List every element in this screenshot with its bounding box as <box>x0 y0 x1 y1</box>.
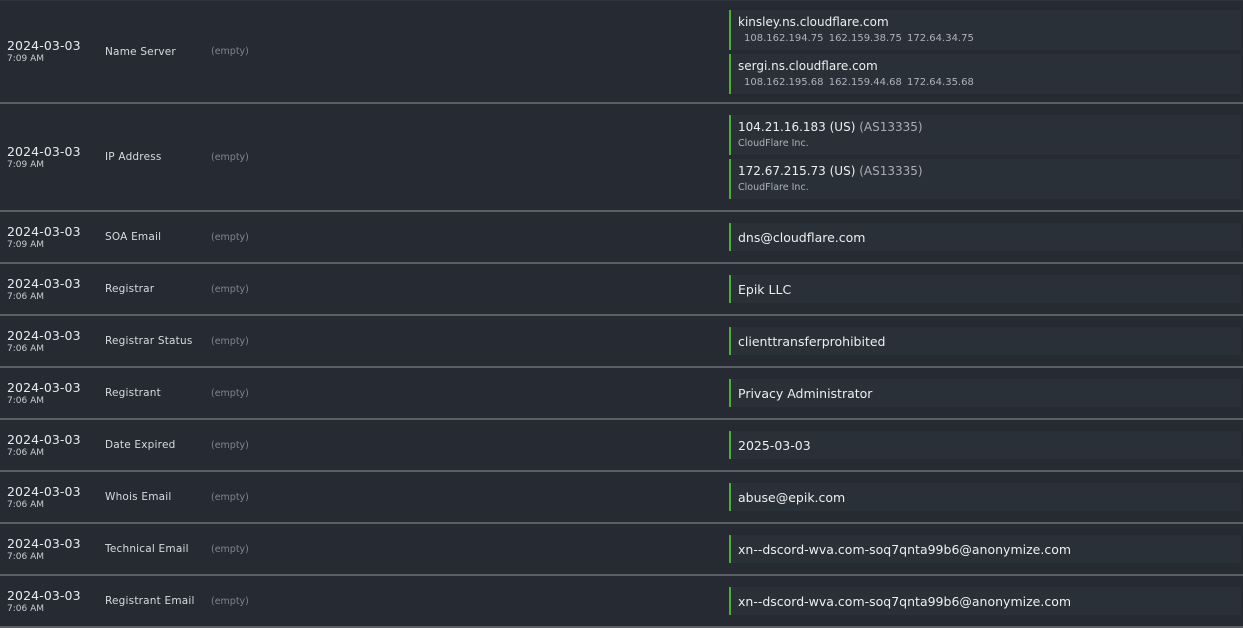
record-type: Registrar <box>105 283 155 295</box>
nameserver-entry[interactable]: kinsley.ns.cloudflare.com 108.162.194.75… <box>729 9 1241 50</box>
record-type: IP Address <box>105 151 162 163</box>
record-type: Registrar Status <box>105 335 193 347</box>
old-value: (empty) <box>211 439 249 451</box>
ip-org: CloudFlare Inc. <box>738 138 809 149</box>
new-value-cell: clienttransferprohibited <box>729 316 1243 366</box>
old-value: (empty) <box>211 387 249 399</box>
date-text: 2024-03-03 <box>7 587 81 603</box>
old-value: (empty) <box>211 283 249 295</box>
timestamp-cell: 2024-03-03 7:06 AM <box>0 264 105 314</box>
nameserver-ips: 108.162.195.68 162.159.44.68 172.64.35.6… <box>744 76 974 88</box>
date-text: 2024-03-03 <box>7 327 81 343</box>
new-value[interactable]: xn--dscord-wva.com-soq7qnta99b6@anonymiz… <box>729 535 1241 563</box>
old-value: (empty) <box>211 231 249 243</box>
time-text: 7:06 AM <box>7 343 44 354</box>
new-value-cell: Epik LLC <box>729 264 1243 314</box>
ip-entry[interactable]: 104.21.16.183 (US) (AS13335) CloudFlare … <box>729 115 1241 155</box>
ip-line: 172.67.215.73 (US) (AS13335) <box>738 162 1241 180</box>
table-row: 2024-03-03 7:06 AM Whois Email (empty) a… <box>0 472 1243 524</box>
table-row: 2024-03-03 7:09 AM IP Address (empty) 10… <box>0 104 1243 212</box>
date-text: 2024-03-03 <box>7 431 81 447</box>
new-value-cell: 2025-03-03 <box>729 420 1243 470</box>
table-row: 2024-03-03 7:06 AM Technical Email (empt… <box>0 524 1243 576</box>
new-value[interactable]: xn--dscord-wva.com-soq7qnta99b6@anonymiz… <box>729 587 1241 615</box>
ip-address[interactable]: 104.21.16.183 (US) <box>738 120 855 134</box>
old-value: (empty) <box>211 46 249 57</box>
date-text: 2024-03-03 <box>7 223 81 239</box>
old-value: (empty) <box>211 491 249 503</box>
table-row: 2024-03-03 7:06 AM Registrant Email (emp… <box>0 576 1243 628</box>
new-value-cell: xn--dscord-wva.com-soq7qnta99b6@anonymiz… <box>729 576 1243 626</box>
new-value[interactable]: abuse@epik.com <box>729 483 1241 511</box>
table-row: 2024-03-03 7:09 AM Name Server (empty) k… <box>0 0 1243 104</box>
table-row: 2024-03-03 7:06 AM Registrant (empty) Pr… <box>0 368 1243 420</box>
record-type: SOA Email <box>105 231 162 243</box>
timestamp-cell: 2024-03-03 7:06 AM <box>0 524 105 574</box>
time-text: 7:06 AM <box>7 551 44 562</box>
new-value[interactable]: clienttransferprohibited <box>729 327 1241 355</box>
date-text: 2024-03-03 <box>7 535 81 551</box>
table-row: 2024-03-03 7:06 AM Registrar Status (emp… <box>0 316 1243 368</box>
ip-entry[interactable]: 172.67.215.73 (US) (AS13335) CloudFlare … <box>729 159 1241 199</box>
table-row: 2024-03-03 7:09 AM SOA Email (empty) dns… <box>0 212 1243 264</box>
new-value-cell: xn--dscord-wva.com-soq7qnta99b6@anonymiz… <box>729 524 1243 574</box>
timestamp-cell: 2024-03-03 7:09 AM <box>0 104 105 210</box>
nameserver-ips: 108.162.194.75 162.159.38.75 172.64.34.7… <box>744 32 974 44</box>
record-type: Registrant <box>105 387 161 399</box>
old-value: (empty) <box>211 543 249 555</box>
ip-org: CloudFlare Inc. <box>738 182 809 193</box>
new-value-cell: 104.21.16.183 (US) (AS13335) CloudFlare … <box>729 104 1243 210</box>
nameserver-host[interactable]: sergi.ns.cloudflare.com <box>738 57 1241 75</box>
record-type: Technical Email <box>105 543 189 555</box>
timestamp-cell: 2024-03-03 7:06 AM <box>0 316 105 366</box>
timestamp-cell: 2024-03-03 7:06 AM <box>0 368 105 418</box>
ip-address[interactable]: 172.67.215.73 (US) <box>738 164 855 178</box>
old-value: (empty) <box>211 335 249 347</box>
time-text: 7:09 AM <box>7 159 44 170</box>
record-type: Whois Email <box>105 491 172 503</box>
date-text: 2024-03-03 <box>7 38 81 53</box>
timestamp-cell: 2024-03-03 7:06 AM <box>0 472 105 522</box>
record-type: Name Server <box>105 45 176 58</box>
timestamp-cell: 2024-03-03 7:06 AM <box>0 420 105 470</box>
new-value[interactable]: Epik LLC <box>729 275 1241 303</box>
time-text: 7:09 AM <box>7 239 44 250</box>
date-text: 2024-03-03 <box>7 275 81 291</box>
old-value: (empty) <box>211 595 249 607</box>
date-text: 2024-03-03 <box>7 483 81 499</box>
old-value: (empty) <box>211 151 249 163</box>
record-type: Registrant Email <box>105 595 195 607</box>
date-text: 2024-03-03 <box>7 379 81 395</box>
new-value-cell: abuse@epik.com <box>729 472 1243 522</box>
history-table: 2024-03-03 7:09 AM Name Server (empty) k… <box>0 0 1243 628</box>
nameserver-host[interactable]: kinsley.ns.cloudflare.com <box>738 13 1241 31</box>
new-value-cell: Privacy Administrator <box>729 368 1243 418</box>
time-text: 7:06 AM <box>7 447 44 458</box>
table-row: 2024-03-03 7:06 AM Date Expired (empty) … <box>0 420 1243 472</box>
time-text: 7:06 AM <box>7 291 44 302</box>
date-text: 2024-03-03 <box>7 143 81 159</box>
timestamp-cell: 2024-03-03 7:06 AM <box>0 576 105 626</box>
time-text: 7:09 AM <box>7 54 44 64</box>
nameserver-entry[interactable]: sergi.ns.cloudflare.com 108.162.195.68 1… <box>729 53 1241 94</box>
record-type: Date Expired <box>105 439 176 451</box>
timestamp-cell: 2024-03-03 7:09 AM <box>0 1 105 102</box>
time-text: 7:06 AM <box>7 603 44 614</box>
table-row: 2024-03-03 7:06 AM Registrar (empty) Epi… <box>0 264 1243 316</box>
ip-line: 104.21.16.183 (US) (AS13335) <box>738 118 1241 136</box>
time-text: 7:06 AM <box>7 395 44 406</box>
new-value[interactable]: 2025-03-03 <box>729 431 1241 459</box>
time-text: 7:06 AM <box>7 499 44 510</box>
new-value[interactable]: dns@cloudflare.com <box>729 223 1241 251</box>
asn-label[interactable]: (AS13335) <box>859 120 922 134</box>
timestamp-cell: 2024-03-03 7:09 AM <box>0 212 105 262</box>
new-value[interactable]: Privacy Administrator <box>729 379 1241 407</box>
new-value-cell: kinsley.ns.cloudflare.com 108.162.194.75… <box>729 1 1243 102</box>
new-value-cell: dns@cloudflare.com <box>729 212 1243 262</box>
asn-label[interactable]: (AS13335) <box>859 164 922 178</box>
